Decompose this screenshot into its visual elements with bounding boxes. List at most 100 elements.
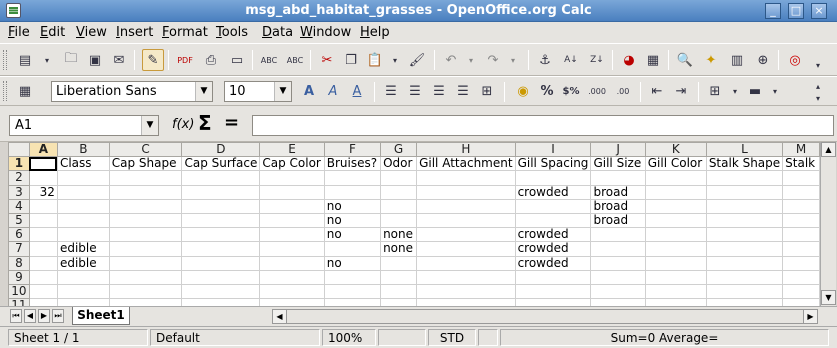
cell[interactable] — [323, 170, 382, 186]
row-header[interactable]: 3 — [8, 184, 30, 200]
column-header-e[interactable]: E — [259, 142, 325, 158]
cell[interactable] — [108, 241, 183, 257]
cell[interactable] — [28, 198, 58, 214]
gallery-icon[interactable]: ▥ — [726, 49, 748, 71]
align-center-icon[interactable]: ☰ — [404, 80, 426, 102]
cell[interactable] — [108, 170, 183, 186]
cell[interactable] — [56, 283, 110, 300]
row-header[interactable]: 6 — [8, 227, 30, 243]
cell[interactable] — [705, 184, 784, 200]
open-folder-icon[interactable]: 🗀 — [60, 49, 82, 71]
chevron-down-icon[interactable]: ▼ — [274, 82, 291, 101]
cell[interactable] — [590, 170, 646, 186]
cell[interactable]: Gill Size — [590, 156, 646, 172]
cell[interactable]: Cap Color — [259, 156, 325, 172]
cell[interactable]: Gill Color — [644, 156, 707, 172]
cell[interactable] — [644, 283, 707, 300]
copy-icon[interactable]: ❐ — [340, 49, 362, 71]
background-dropdown-icon[interactable]: ▾ — [764, 80, 786, 102]
last-sheet-icon[interactable]: ⏭ — [52, 309, 64, 323]
cell[interactable] — [28, 156, 58, 172]
column-header-h[interactable]: H — [416, 142, 516, 158]
cell[interactable]: Stalk Shape — [705, 156, 784, 172]
cell[interactable]: no — [323, 212, 382, 229]
page-preview-icon[interactable]: ▭ — [226, 49, 248, 71]
cell[interactable] — [181, 298, 261, 306]
percent-format-icon[interactable]: % — [536, 80, 558, 102]
cell[interactable] — [28, 212, 58, 229]
merge-cells-icon[interactable]: ⊞ — [476, 80, 498, 102]
horizontal-scrollbar[interactable]: ◀ ▶ — [272, 309, 818, 324]
cell[interactable] — [108, 283, 183, 300]
cell[interactable] — [782, 212, 820, 229]
spellcheck-icon[interactable]: ABC — [258, 49, 280, 71]
cell[interactable]: broad — [590, 198, 646, 214]
paste-dropdown-icon[interactable]: ▾ — [384, 49, 406, 71]
cell[interactable] — [323, 241, 382, 257]
cell[interactable] — [644, 212, 707, 229]
cell[interactable] — [28, 227, 58, 243]
cell[interactable] — [416, 198, 516, 214]
previous-sheet-icon[interactable]: ◀ — [24, 309, 36, 323]
cell[interactable] — [28, 170, 58, 186]
cell[interactable] — [590, 283, 646, 300]
cell[interactable] — [323, 184, 382, 200]
menu-view[interactable]: View — [76, 25, 107, 40]
print-icon[interactable]: ⎙ — [200, 49, 222, 71]
clone-formatting-icon[interactable]: 🖌 — [406, 49, 428, 71]
zoom-icon[interactable]: ⊕ — [752, 49, 774, 71]
cell[interactable] — [323, 283, 382, 300]
sort-descending-icon[interactable]: Z↓ — [586, 49, 608, 71]
column-header-g[interactable]: G — [380, 142, 418, 158]
toolbar-overflow-icon[interactable]: ▾ — [812, 92, 824, 104]
function-equals-icon[interactable]: = — [224, 112, 239, 133]
cell[interactable] — [782, 269, 820, 285]
cell[interactable] — [181, 255, 261, 271]
cell[interactable] — [259, 255, 325, 271]
cell[interactable] — [782, 198, 820, 214]
scroll-up-icon[interactable]: ▲ — [821, 142, 836, 157]
vertical-scrollbar[interactable]: ▲ ▼ — [820, 142, 836, 306]
add-decimal-icon[interactable]: .000 — [586, 80, 608, 102]
cell[interactable] — [28, 241, 58, 257]
cell[interactable]: crowded — [514, 241, 592, 257]
cell[interactable] — [181, 269, 261, 285]
cell[interactable] — [56, 227, 110, 243]
font-size-combobox[interactable]: 10 ▼ — [224, 81, 292, 102]
cell[interactable]: crowded — [514, 227, 592, 243]
cell[interactable] — [259, 227, 325, 243]
cell[interactable]: crowded — [514, 184, 592, 200]
cell[interactable] — [705, 269, 784, 285]
cell[interactable] — [644, 298, 707, 306]
formula-input[interactable] — [252, 115, 834, 136]
function-wizard-icon[interactable]: f(x) — [172, 117, 194, 132]
row-header[interactable]: 10 — [8, 283, 30, 300]
cell[interactable] — [181, 241, 261, 257]
close-button[interactable]: × — [811, 3, 827, 19]
cell[interactable]: none — [380, 227, 418, 243]
menu-insert[interactable]: Insert — [116, 25, 153, 40]
autospellcheck-icon[interactable]: ABC — [284, 49, 306, 71]
cell[interactable] — [259, 269, 325, 285]
cell[interactable]: Gill Spacing — [514, 156, 592, 172]
cell[interactable] — [782, 184, 820, 200]
cell[interactable] — [590, 298, 646, 306]
row-header[interactable]: 1 — [8, 156, 30, 172]
toolbar-overflow-icon[interactable]: ▾ — [812, 58, 824, 72]
cell[interactable] — [108, 298, 183, 306]
cell[interactable] — [380, 212, 418, 229]
cell[interactable] — [514, 170, 592, 186]
cell[interactable] — [181, 198, 261, 214]
column-header-m[interactable]: M — [782, 142, 820, 158]
next-sheet-icon[interactable]: ▶ — [38, 309, 50, 323]
menu-tools[interactable]: Tools — [216, 25, 248, 40]
cell[interactable] — [56, 269, 110, 285]
cell[interactable] — [259, 212, 325, 229]
cell[interactable] — [705, 198, 784, 214]
cell[interactable] — [705, 170, 784, 186]
cell[interactable] — [705, 298, 784, 306]
cell[interactable] — [514, 298, 592, 306]
menu-format[interactable]: Format — [162, 25, 208, 40]
maximize-button[interactable]: □ — [788, 3, 804, 19]
cell[interactable] — [514, 198, 592, 214]
